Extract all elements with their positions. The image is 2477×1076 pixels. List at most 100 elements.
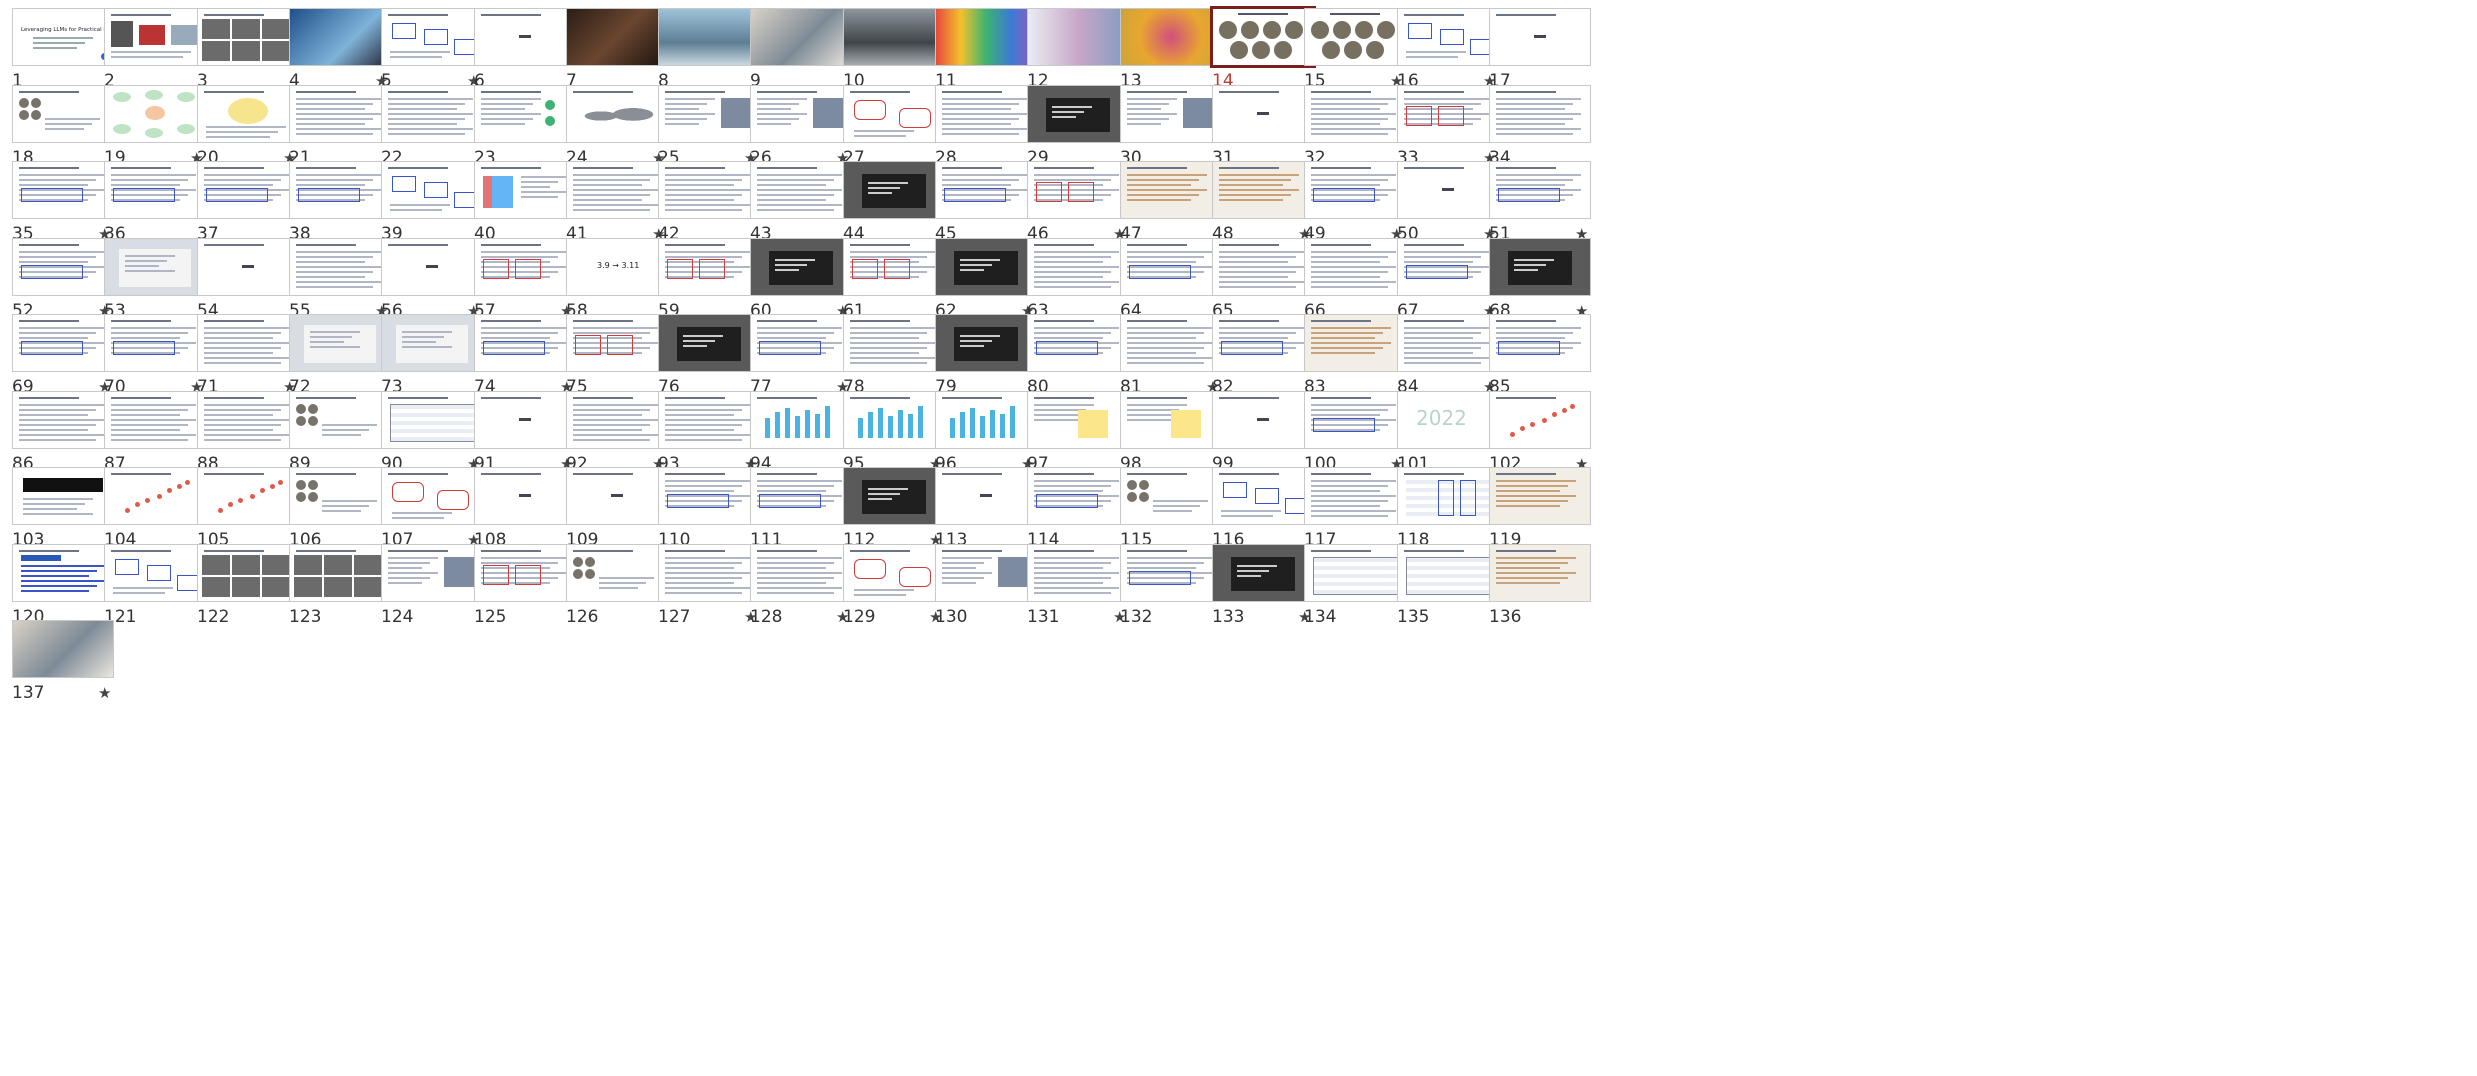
slide-preview[interactable]	[750, 161, 852, 219]
slide-preview[interactable]	[566, 85, 668, 143]
slide-preview[interactable]	[1397, 238, 1499, 296]
slide-preview[interactable]	[197, 544, 299, 602]
slide-preview[interactable]	[1120, 85, 1222, 143]
slide-preview[interactable]	[935, 161, 1037, 219]
slide-preview[interactable]	[381, 314, 483, 372]
slide-preview[interactable]	[658, 467, 760, 525]
slide-thumbnail-128[interactable]: 128 ★	[750, 544, 852, 639]
slide-preview[interactable]	[1120, 544, 1222, 602]
slide-preview[interactable]	[1397, 544, 1499, 602]
slide-preview[interactable]	[1304, 85, 1406, 143]
slide-preview[interactable]	[1027, 314, 1129, 372]
slide-thumbnail-121[interactable]: 121	[104, 544, 206, 639]
slide-preview[interactable]: Leveraging LLMs for Practical Research A…	[12, 8, 114, 66]
slide-preview[interactable]	[289, 238, 391, 296]
slide-preview[interactable]	[104, 8, 206, 66]
slide-preview[interactable]	[1489, 391, 1591, 449]
slide-preview[interactable]	[1027, 161, 1129, 219]
slide-preview[interactable]	[658, 544, 760, 602]
slide-preview[interactable]	[12, 544, 114, 602]
slide-thumbnail-134[interactable]: 134	[1304, 544, 1406, 639]
slide-preview[interactable]	[381, 391, 483, 449]
slide-preview[interactable]	[104, 391, 206, 449]
slide-preview[interactable]	[658, 161, 760, 219]
slide-preview[interactable]	[750, 467, 852, 525]
slide-preview[interactable]	[1304, 238, 1406, 296]
slide-preview[interactable]	[1304, 467, 1406, 525]
slide-preview[interactable]	[1304, 314, 1406, 372]
slide-preview[interactable]	[289, 467, 391, 525]
slide-preview[interactable]	[1489, 544, 1591, 602]
slide-preview[interactable]	[658, 391, 760, 449]
slide-preview[interactable]	[1304, 544, 1406, 602]
slide-preview[interactable]	[1397, 161, 1499, 219]
slide-preview[interactable]: 2022	[1397, 391, 1499, 449]
slide-preview[interactable]	[1304, 161, 1406, 219]
slide-preview[interactable]	[381, 85, 483, 143]
slide-preview[interactable]	[197, 391, 299, 449]
slide-preview[interactable]	[566, 314, 668, 372]
slide-preview[interactable]	[843, 467, 945, 525]
slide-preview[interactable]	[1120, 314, 1222, 372]
slide-preview[interactable]	[1212, 467, 1314, 525]
slide-preview[interactable]	[474, 8, 576, 66]
slide-preview[interactable]	[935, 544, 1037, 602]
slide-preview[interactable]	[843, 85, 945, 143]
slide-thumbnail-136[interactable]: 136	[1489, 544, 1591, 639]
slide-preview[interactable]	[1212, 544, 1314, 602]
slide-preview[interactable]	[1212, 314, 1314, 372]
slide-preview[interactable]	[289, 85, 391, 143]
slide-preview[interactable]	[12, 314, 114, 372]
slide-preview[interactable]	[1212, 85, 1314, 143]
slide-preview[interactable]	[197, 85, 299, 143]
slide-preview[interactable]	[843, 544, 945, 602]
slide-preview[interactable]	[289, 544, 391, 602]
slide-preview[interactable]	[197, 8, 299, 66]
slide-preview[interactable]	[1489, 238, 1591, 296]
slide-preview[interactable]	[658, 85, 760, 143]
slide-preview[interactable]	[750, 8, 852, 66]
slide-preview[interactable]	[843, 238, 945, 296]
slide-preview[interactable]	[566, 467, 668, 525]
slide-preview[interactable]	[935, 391, 1037, 449]
slide-preview[interactable]	[474, 467, 576, 525]
slide-thumbnail-130[interactable]: 130	[935, 544, 1037, 639]
slide-preview[interactable]	[474, 314, 576, 372]
slide-preview[interactable]	[104, 85, 206, 143]
slide-preview[interactable]	[658, 314, 760, 372]
slide-preview[interactable]	[381, 161, 483, 219]
slide-preview[interactable]	[197, 314, 299, 372]
slide-preview[interactable]	[750, 391, 852, 449]
slide-preview[interactable]	[381, 544, 483, 602]
slide-preview[interactable]	[1304, 8, 1406, 66]
slide-preview[interactable]	[104, 314, 206, 372]
slide-preview[interactable]	[12, 467, 114, 525]
slide-preview[interactable]	[289, 161, 391, 219]
slide-preview[interactable]	[1489, 8, 1591, 66]
slide-preview[interactable]	[104, 238, 206, 296]
slide-preview[interactable]	[1027, 8, 1129, 66]
slide-thumbnail-133[interactable]: 133 ★	[1212, 544, 1314, 639]
slide-thumbnail-126[interactable]: 126	[566, 544, 668, 639]
slide-preview[interactable]	[197, 238, 299, 296]
slide-preview[interactable]	[935, 85, 1037, 143]
slide-thumbnail-135[interactable]: 135	[1397, 544, 1499, 639]
slide-thumbnail-137[interactable]: 137 ★	[12, 620, 114, 715]
slide-preview[interactable]	[1397, 467, 1499, 525]
slide-preview[interactable]	[1397, 314, 1499, 372]
slide-preview[interactable]	[474, 544, 576, 602]
slide-preview[interactable]	[1120, 467, 1222, 525]
slide-preview[interactable]	[1397, 8, 1499, 66]
slide-thumbnail-132[interactable]: 132	[1120, 544, 1222, 639]
slide-preview[interactable]	[750, 544, 852, 602]
slide-thumbnail-127[interactable]: 127 ★	[658, 544, 760, 639]
slide-preview[interactable]	[474, 161, 576, 219]
slide-thumbnail-129[interactable]: 129 ★	[843, 544, 945, 639]
slide-preview[interactable]	[1027, 544, 1129, 602]
slide-preview[interactable]	[843, 8, 945, 66]
slide-preview[interactable]	[1120, 8, 1222, 66]
slide-preview[interactable]	[12, 85, 114, 143]
slide-preview[interactable]	[381, 8, 483, 66]
slide-preview[interactable]	[12, 620, 114, 678]
slide-preview[interactable]	[289, 391, 391, 449]
